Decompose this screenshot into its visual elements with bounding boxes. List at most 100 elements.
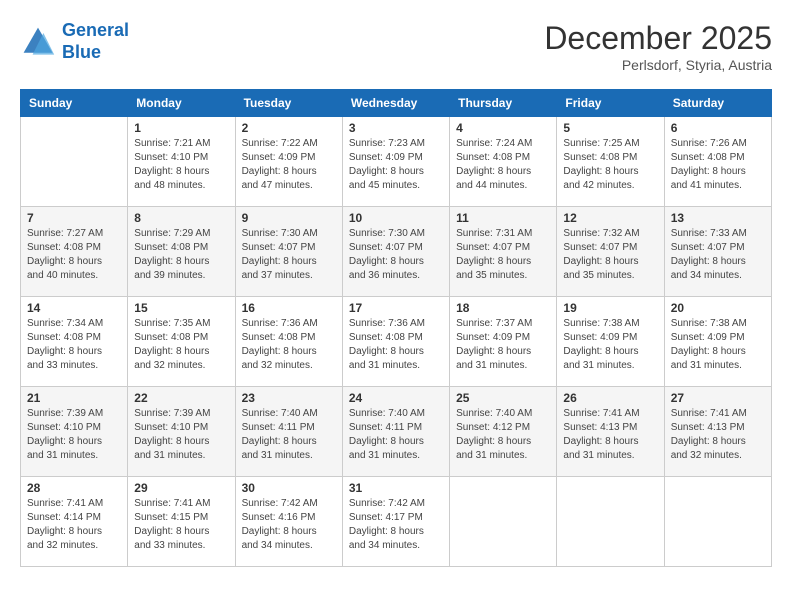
day-number: 25 <box>456 391 550 405</box>
day-info: Sunrise: 7:36 AMSunset: 4:08 PMDaylight:… <box>349 317 443 373</box>
day-info: Sunrise: 7:39 AMSunset: 4:10 PMDaylight:… <box>27 407 121 463</box>
calendar-cell: 11 Sunrise: 7:31 AMSunset: 4:07 PMDayligh… <box>450 207 557 297</box>
calendar-cell: 7 Sunrise: 7:27 AMSunset: 4:08 PMDaylight… <box>21 207 128 297</box>
day-number: 10 <box>349 211 443 225</box>
weekday-header-saturday: Saturday <box>664 90 771 117</box>
logo-text: General Blue <box>62 20 129 63</box>
day-info: Sunrise: 7:32 AMSunset: 4:07 PMDaylight:… <box>563 227 657 283</box>
calendar-header: SundayMondayTuesdayWednesdayThursdayFrid… <box>21 90 772 117</box>
calendar-cell: 1Sunrise: 7:21 AMSunset: 4:10 PMDaylight… <box>128 117 235 207</box>
day-info: Sunrise: 7:26 AMSunset: 4:08 PMDaylight:… <box>671 137 765 193</box>
day-info: Sunrise: 7:23 AMSunset: 4:09 PMDaylight:… <box>349 137 443 193</box>
calendar-cell: 8 Sunrise: 7:29 AMSunset: 4:08 PMDaylight… <box>128 207 235 297</box>
calendar-cell: 29 Sunrise: 7:41 AMSunset: 4:15 PMDayligh… <box>128 477 235 567</box>
day-number: 6 <box>671 121 765 135</box>
day-info: Sunrise: 7:34 AMSunset: 4:08 PMDaylight:… <box>27 317 121 373</box>
day-info: Sunrise: 7:29 AMSunset: 4:08 PMDaylight:… <box>134 227 228 283</box>
day-info: Sunrise: 7:40 AMSunset: 4:11 PMDaylight:… <box>349 407 443 463</box>
weekday-header-thursday: Thursday <box>450 90 557 117</box>
weekday-header-sunday: Sunday <box>21 90 128 117</box>
calendar-cell: 17 Sunrise: 7:36 AMSunset: 4:08 PMDayligh… <box>342 297 449 387</box>
calendar-cell: 30Sunrise: 7:42 AMSunset: 4:16 PMDayligh… <box>235 477 342 567</box>
day-info: Sunrise: 7:41 AMSunset: 4:14 PMDaylight:… <box>27 497 121 553</box>
day-info: Sunrise: 7:41 AMSunset: 4:13 PMDaylight:… <box>563 407 657 463</box>
day-number: 20 <box>671 301 765 315</box>
calendar-cell: 26 Sunrise: 7:41 AMSunset: 4:13 PMDayligh… <box>557 387 664 477</box>
logo-line1: General <box>62 20 129 40</box>
day-info: Sunrise: 7:42 AMSunset: 4:17 PMDaylight:… <box>349 497 443 553</box>
calendar-cell <box>450 477 557 567</box>
day-number: 17 <box>349 301 443 315</box>
calendar-cell: 4 Sunrise: 7:24 AMSunset: 4:08 PMDaylight… <box>450 117 557 207</box>
weekday-header-wednesday: Wednesday <box>342 90 449 117</box>
page-header: General Blue December 2025 Perlsdorf, St… <box>20 20 772 73</box>
day-number: 11 <box>456 211 550 225</box>
day-number: 28 <box>27 481 121 495</box>
day-info: Sunrise: 7:40 AMSunset: 4:12 PMDaylight:… <box>456 407 550 463</box>
calendar-cell: 23 Sunrise: 7:40 AMSunset: 4:11 PMDayligh… <box>235 387 342 477</box>
day-info: Sunrise: 7:31 AMSunset: 4:07 PMDaylight:… <box>456 227 550 283</box>
calendar-week-row: 1Sunrise: 7:21 AMSunset: 4:10 PMDaylight… <box>21 117 772 207</box>
day-number: 29 <box>134 481 228 495</box>
calendar-cell: 9Sunrise: 7:30 AMSunset: 4:07 PMDaylight… <box>235 207 342 297</box>
day-info: Sunrise: 7:36 AMSunset: 4:08 PMDaylight:… <box>242 317 336 373</box>
day-info: Sunrise: 7:40 AMSunset: 4:11 PMDaylight:… <box>242 407 336 463</box>
day-info: Sunrise: 7:41 AMSunset: 4:13 PMDaylight:… <box>671 407 765 463</box>
day-number: 2 <box>242 121 336 135</box>
day-info: Sunrise: 7:38 AMSunset: 4:09 PMDaylight:… <box>563 317 657 373</box>
day-info: Sunrise: 7:24 AMSunset: 4:08 PMDaylight:… <box>456 137 550 193</box>
day-number: 19 <box>563 301 657 315</box>
calendar-week-row: 7 Sunrise: 7:27 AMSunset: 4:08 PMDaylight… <box>21 207 772 297</box>
calendar-cell: 20 Sunrise: 7:38 AMSunset: 4:09 PMDayligh… <box>664 297 771 387</box>
calendar-week-row: 21 Sunrise: 7:39 AMSunset: 4:10 PMDayligh… <box>21 387 772 477</box>
day-info: Sunrise: 7:30 AMSunset: 4:07 PMDaylight:… <box>349 227 443 283</box>
calendar-cell: 10 Sunrise: 7:30 AMSunset: 4:07 PMDayligh… <box>342 207 449 297</box>
day-number: 30 <box>242 481 336 495</box>
day-number: 9 <box>242 211 336 225</box>
weekday-header-monday: Monday <box>128 90 235 117</box>
day-number: 8 <box>134 211 228 225</box>
day-info: Sunrise: 7:35 AMSunset: 4:08 PMDaylight:… <box>134 317 228 373</box>
calendar-cell: 31Sunrise: 7:42 AMSunset: 4:17 PMDayligh… <box>342 477 449 567</box>
calendar-week-row: 14 Sunrise: 7:34 AMSunset: 4:08 PMDayligh… <box>21 297 772 387</box>
calendar-cell: 22Sunrise: 7:39 AMSunset: 4:10 PMDayligh… <box>128 387 235 477</box>
day-info: Sunrise: 7:41 AMSunset: 4:15 PMDaylight:… <box>134 497 228 553</box>
day-number: 21 <box>27 391 121 405</box>
calendar-cell: 14 Sunrise: 7:34 AMSunset: 4:08 PMDayligh… <box>21 297 128 387</box>
day-info: Sunrise: 7:22 AMSunset: 4:09 PMDaylight:… <box>242 137 336 193</box>
day-info: Sunrise: 7:33 AMSunset: 4:07 PMDaylight:… <box>671 227 765 283</box>
day-number: 13 <box>671 211 765 225</box>
calendar-cell <box>21 117 128 207</box>
calendar-cell: 2 Sunrise: 7:22 AMSunset: 4:09 PMDaylight… <box>235 117 342 207</box>
calendar-cell: 21 Sunrise: 7:39 AMSunset: 4:10 PMDayligh… <box>21 387 128 477</box>
day-number: 26 <box>563 391 657 405</box>
calendar-cell: 5Sunrise: 7:25 AMSunset: 4:08 PMDaylight… <box>557 117 664 207</box>
day-number: 16 <box>242 301 336 315</box>
calendar-week-row: 28 Sunrise: 7:41 AMSunset: 4:14 PMDayligh… <box>21 477 772 567</box>
day-number: 4 <box>456 121 550 135</box>
calendar-cell: 13 Sunrise: 7:33 AMSunset: 4:07 PMDayligh… <box>664 207 771 297</box>
day-info: Sunrise: 7:27 AMSunset: 4:08 PMDaylight:… <box>27 227 121 283</box>
day-info: Sunrise: 7:39 AMSunset: 4:10 PMDaylight:… <box>134 407 228 463</box>
day-number: 14 <box>27 301 121 315</box>
logo: General Blue <box>20 20 129 63</box>
day-info: Sunrise: 7:38 AMSunset: 4:09 PMDaylight:… <box>671 317 765 373</box>
calendar-cell: 19 Sunrise: 7:38 AMSunset: 4:09 PMDayligh… <box>557 297 664 387</box>
calendar-cell <box>664 477 771 567</box>
weekday-header-row: SundayMondayTuesdayWednesdayThursdayFrid… <box>21 90 772 117</box>
weekday-header-tuesday: Tuesday <box>235 90 342 117</box>
day-number: 24 <box>349 391 443 405</box>
day-number: 7 <box>27 211 121 225</box>
calendar-cell: 25 Sunrise: 7:40 AMSunset: 4:12 PMDayligh… <box>450 387 557 477</box>
day-info: Sunrise: 7:21 AMSunset: 4:10 PMDaylight:… <box>134 137 228 193</box>
calendar-cell: 15 Sunrise: 7:35 AMSunset: 4:08 PMDayligh… <box>128 297 235 387</box>
day-number: 18 <box>456 301 550 315</box>
day-number: 5 <box>563 121 657 135</box>
day-number: 3 <box>349 121 443 135</box>
day-number: 23 <box>242 391 336 405</box>
location: Perlsdorf, Styria, Austria <box>544 57 772 73</box>
title-block: December 2025 Perlsdorf, Styria, Austria <box>544 20 772 73</box>
calendar-cell: 12Sunrise: 7:32 AMSunset: 4:07 PMDayligh… <box>557 207 664 297</box>
day-number: 15 <box>134 301 228 315</box>
calendar-cell: 18Sunrise: 7:37 AMSunset: 4:09 PMDayligh… <box>450 297 557 387</box>
